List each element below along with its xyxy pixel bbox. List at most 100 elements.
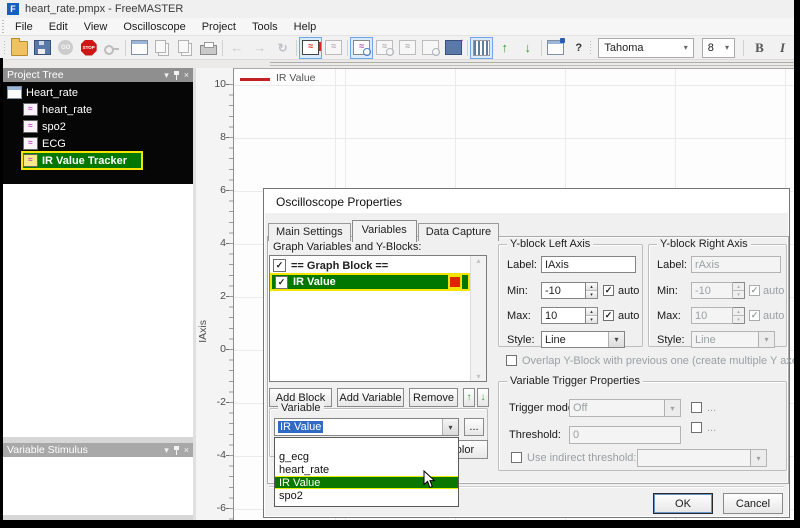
graph-block-row[interactable]: ✓ == Graph Block ==: [270, 258, 486, 273]
left-axis-max-input[interactable]: 10: [541, 307, 586, 324]
close-icon[interactable]: ×: [184, 445, 189, 455]
chevron-down-icon: ▾: [750, 450, 766, 466]
add-variable-button[interactable]: Add Variable: [337, 388, 404, 407]
left-axis-min-auto-checkbox[interactable]: ✓: [603, 285, 614, 296]
pin-icon[interactable]: [173, 446, 180, 455]
dialog-title-bar[interactable]: Oscilloscope Properties: [265, 190, 788, 213]
connection-button[interactable]: [100, 37, 123, 59]
project-tree-content: Heart_rate ≈ heart_rate ≈ spo2 ≈ ECG ≈ I…: [3, 82, 193, 184]
context-help-button[interactable]: ?: [567, 37, 590, 59]
left-axis-max-spinner[interactable]: ▴▾: [586, 307, 598, 324]
menu-tools[interactable]: Tools: [244, 19, 286, 35]
copy-button[interactable]: [151, 37, 174, 59]
dropdown-option-spo2[interactable]: spo2: [275, 489, 458, 502]
variable-combo[interactable]: IR Value ▾: [274, 418, 459, 436]
project-icon: [7, 86, 22, 99]
move-item-up-button[interactable]: ↑: [463, 388, 475, 407]
tree-root-item[interactable]: Heart_rate: [7, 84, 193, 101]
dropdown-option-g-ecg[interactable]: g_ecg: [275, 450, 458, 463]
left-axis-style-combo[interactable]: Line ▾: [541, 331, 625, 348]
left-axis-min-input[interactable]: -10: [541, 282, 586, 299]
graph-block-checkbox[interactable]: ✓: [273, 259, 286, 272]
refresh-button[interactable]: ↻: [271, 37, 294, 59]
font-family-select[interactable]: Tahoma ▾: [598, 38, 693, 58]
scope-zoom-button[interactable]: ≈: [350, 37, 373, 59]
move-up-button[interactable]: ↑: [493, 37, 516, 59]
scroll-up-icon[interactable]: ▴: [476, 256, 480, 265]
save-project-button[interactable]: [31, 37, 54, 59]
tab-data-capture[interactable]: Data Capture: [418, 223, 499, 241]
left-axis-label-input[interactable]: IAxis: [541, 256, 636, 273]
tab-main-settings[interactable]: Main Settings: [268, 223, 351, 241]
menu-edit[interactable]: Edit: [41, 19, 76, 35]
menu-help[interactable]: Help: [286, 19, 325, 35]
series-color-swatch[interactable]: [448, 275, 462, 289]
scroll-down-icon[interactable]: ▾: [476, 372, 480, 381]
scope-zoom-out-button[interactable]: ≈: [373, 37, 396, 59]
export-data-button[interactable]: [442, 37, 465, 59]
go-button[interactable]: GO: [54, 37, 77, 59]
scope-pan-button[interactable]: ≈: [396, 37, 419, 59]
refresh-icon: ↻: [278, 41, 288, 55]
open-project-button[interactable]: [8, 37, 31, 59]
remove-button[interactable]: Remove: [409, 388, 458, 407]
spin-down-icon[interactable]: ▾: [586, 291, 597, 298]
spin-down-icon[interactable]: ▾: [586, 316, 597, 323]
toolbar-separator: [296, 40, 297, 56]
ok-button[interactable]: OK: [653, 493, 713, 514]
move-down-button[interactable]: ↓: [516, 37, 539, 59]
bold-button[interactable]: B: [748, 37, 771, 59]
spin-up-icon[interactable]: ▴: [586, 308, 597, 316]
list-scrollbar[interactable]: ▴ ▾: [470, 256, 486, 381]
left-axis-max-auto-checkbox[interactable]: ✓: [603, 310, 614, 321]
left-axis-min-spinner[interactable]: ▴▾: [586, 282, 598, 299]
browse-label: ...: [469, 421, 478, 433]
panel-splitter[interactable]: [193, 68, 196, 520]
project-tree-toggle-button[interactable]: [128, 37, 151, 59]
forward-button[interactable]: →: [248, 37, 271, 59]
paste-icon: [178, 40, 189, 53]
dialog-tabs: Main Settings Variables Data Capture: [268, 219, 500, 241]
tree-item-ecg[interactable]: ≈ ECG: [7, 135, 193, 152]
ir-value-checkbox[interactable]: ✓: [275, 276, 288, 289]
menu-project[interactable]: Project: [194, 19, 244, 35]
move-item-down-button[interactable]: ↓: [477, 388, 489, 407]
list-label: Graph Variables and Y-Blocks:: [273, 241, 421, 253]
cancel-button[interactable]: Cancel: [723, 493, 783, 514]
panel-menu-icon[interactable]: ▾: [164, 445, 169, 456]
tab-variables[interactable]: Variables: [352, 220, 417, 242]
panel-menu-icon[interactable]: ▾: [164, 70, 169, 81]
menu-file[interactable]: File: [7, 19, 41, 35]
mouse-cursor: [423, 470, 436, 489]
menu-oscilloscope[interactable]: Oscilloscope: [115, 19, 193, 35]
recorder-view-button[interactable]: ≈: [322, 37, 345, 59]
stop-button[interactable]: STOP: [77, 37, 100, 59]
tree-item-ir-value-tracker[interactable]: ≈ IR Value Tracker: [23, 153, 141, 168]
properties-button[interactable]: [544, 37, 567, 59]
right-axis-max-auto-checkbox: ✓: [749, 310, 760, 321]
scope-fit-button[interactable]: [419, 37, 442, 59]
toolbar-separator: [467, 40, 468, 56]
spin-up-icon[interactable]: ▴: [586, 283, 597, 291]
threshold-caption: Threshold:: [509, 429, 561, 441]
print-button[interactable]: [197, 37, 220, 59]
back-button[interactable]: ←: [225, 37, 248, 59]
project-tree-title: Project Tree: [7, 69, 64, 81]
italic-button[interactable]: I: [771, 37, 794, 59]
tree-item-heart-rate[interactable]: ≈ heart_rate: [7, 101, 193, 118]
chevron-down-icon[interactable]: ▾: [608, 332, 624, 347]
close-icon[interactable]: ×: [184, 70, 189, 80]
browse-variable-button[interactable]: ...: [464, 418, 484, 436]
chevron-down-icon[interactable]: ▾: [442, 419, 458, 435]
paste-button[interactable]: [174, 37, 197, 59]
graph-variables-list[interactable]: ✓ == Graph Block == ✓ IR Value ▴ ▾: [269, 255, 487, 382]
pin-icon[interactable]: [173, 71, 180, 80]
oscilloscope-view-button[interactable]: ≈: [299, 37, 322, 59]
menu-view[interactable]: View: [76, 19, 116, 35]
grid-view-button[interactable]: [470, 37, 493, 59]
tree-item-spo2[interactable]: ≈ spo2: [7, 118, 193, 135]
font-size-select[interactable]: 8 ▾: [702, 38, 735, 58]
toolbar-grip: [4, 41, 5, 55]
ir-value-row[interactable]: ✓ IR Value: [272, 275, 468, 289]
dropdown-blank-row[interactable]: [275, 438, 458, 450]
